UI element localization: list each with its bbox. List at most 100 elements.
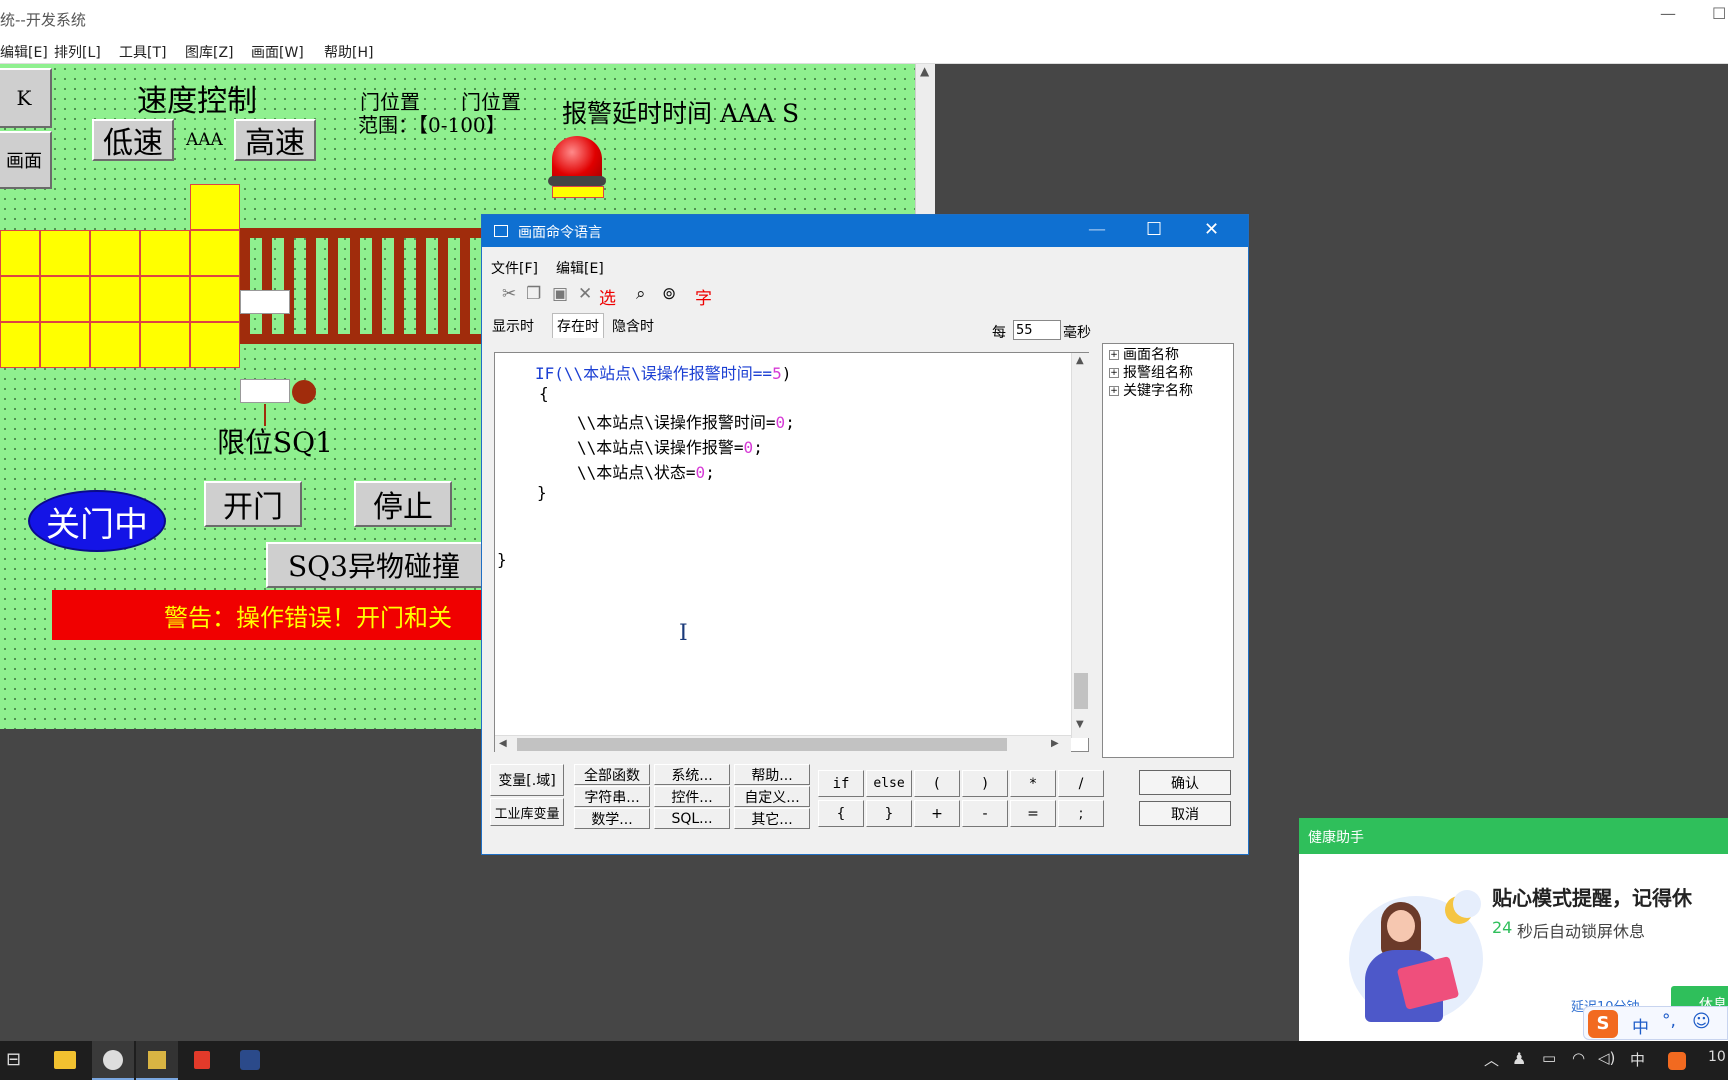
expand-icon[interactable]: +	[1109, 386, 1119, 396]
volume-icon[interactable]: ◁)	[1598, 1049, 1615, 1067]
ime-mode-chinese[interactable]: 中	[1632, 1013, 1649, 1038]
op-plus-button[interactable]: +	[914, 800, 960, 827]
resource-tree[interactable]: + 画面名称 + 报警组名称 + 关键字名称	[1102, 343, 1234, 758]
tree-item-screen-names[interactable]: + 画面名称	[1109, 344, 1179, 364]
left-button-screen[interactable]: 画面	[0, 131, 52, 189]
wall-block	[190, 276, 240, 322]
ime-punctuation-icon[interactable]: °,	[1662, 1011, 1676, 1031]
dialog-minimize-icon[interactable]: —	[1088, 219, 1106, 240]
tab-on-hide[interactable]: 隐含时	[612, 316, 654, 336]
confirm-button[interactable]: 确认	[1139, 770, 1231, 795]
help-functions-button[interactable]: 帮助...	[734, 764, 810, 785]
code-line: \\本站点\误操作报警=0;	[577, 438, 763, 457]
scroll-thumb[interactable]	[1074, 673, 1088, 709]
expand-icon[interactable]: +	[1109, 368, 1119, 378]
op-equals-button[interactable]: =	[1010, 800, 1056, 827]
delete-icon[interactable]: ✕	[578, 284, 592, 304]
op-semicolon-button[interactable]: ;	[1058, 800, 1104, 827]
other-functions-button[interactable]: 其它...	[734, 808, 810, 829]
tab-on-show[interactable]: 显示时	[492, 316, 534, 336]
battery-icon[interactable]: ▭	[1542, 1049, 1556, 1067]
sql-functions-button[interactable]: SQL...	[654, 808, 730, 829]
scroll-up-icon[interactable]: ▲	[920, 64, 929, 78]
code-line: }	[497, 550, 507, 569]
sogou-tray-icon[interactable]	[1668, 1052, 1686, 1070]
left-button-k[interactable]: K	[0, 68, 52, 128]
copy-icon[interactable]: ❐	[526, 284, 541, 304]
system-functions-button[interactable]: 系统...	[654, 764, 730, 785]
dialog-close-icon[interactable]: ✕	[1204, 219, 1219, 240]
expand-icon[interactable]: +	[1109, 350, 1119, 360]
math-functions-button[interactable]: 数学...	[574, 808, 650, 829]
kingview-icon[interactable]	[148, 1051, 166, 1069]
editor-horizontal-scrollbar[interactable]: ◀ ▶	[495, 735, 1071, 753]
minimize-icon[interactable]: —	[1660, 4, 1676, 23]
low-speed-button[interactable]: 低速	[92, 119, 174, 161]
op-open-brace-button[interactable]: {	[818, 800, 864, 827]
qq-tray-icon[interactable]: ♟	[1512, 1049, 1526, 1068]
task-view-icon[interactable]: ⊟	[6, 1049, 21, 1070]
ime-toolbar[interactable]: S 中 °, ☺	[1583, 1006, 1728, 1040]
interval-input[interactable]	[1013, 320, 1061, 340]
menu-tools[interactable]: 工具[T]	[119, 42, 166, 62]
dialog-menu-file[interactable]: 文件[F]	[491, 258, 538, 278]
maximize-icon[interactable]: ☐	[1712, 4, 1726, 23]
open-door-button[interactable]: 开门	[204, 481, 302, 527]
menu-arrange[interactable]: 排列[L]	[54, 42, 101, 62]
op-open-paren-button[interactable]: (	[914, 770, 960, 797]
high-speed-button[interactable]: 高速	[234, 119, 316, 161]
taskbar-app[interactable]	[136, 1041, 178, 1080]
ime-emoji-icon[interactable]: ☺	[1692, 1011, 1711, 1032]
tree-item-keywords[interactable]: + 关键字名称	[1109, 380, 1193, 400]
menu-edit[interactable]: 编辑[E]	[0, 42, 48, 62]
sogou-ime-icon[interactable]: S	[1588, 1010, 1618, 1038]
file-explorer-icon[interactable]	[54, 1051, 76, 1069]
dialog-menu-edit[interactable]: 编辑[E]	[556, 258, 604, 278]
op-multiply-button[interactable]: *	[1010, 770, 1056, 797]
select-all-button[interactable]: 选	[599, 284, 616, 309]
cancel-button[interactable]: 取消	[1139, 801, 1231, 826]
tab-while-exists[interactable]: 存在时	[552, 313, 604, 338]
tray-expand-icon[interactable]: ︿	[1484, 1049, 1499, 1070]
sq3-collision-button[interactable]: SQ3异物碰撞	[266, 542, 496, 588]
variable-field-button[interactable]: 变量[.域]	[490, 764, 564, 796]
op-else-button[interactable]: else	[866, 770, 912, 797]
editor-vertical-scrollbar[interactable]: ▲ ▼	[1071, 353, 1089, 738]
menu-help[interactable]: 帮助[H]	[324, 42, 373, 62]
op-if-button[interactable]: if	[818, 770, 864, 797]
font-button[interactable]: 字	[695, 284, 712, 309]
taskbar-app-active[interactable]	[92, 1041, 134, 1080]
scroll-thumb[interactable]	[517, 738, 1007, 751]
script-editor[interactable]: IF(\\本站点\误操作报警时间==5) { \\本站点\误操作报警时间=0; …	[494, 352, 1089, 753]
custom-functions-button[interactable]: 自定义...	[734, 786, 810, 807]
screen-tool-icon[interactable]	[240, 1050, 260, 1070]
cut-icon[interactable]: ✂	[502, 284, 516, 304]
input-language-indicator[interactable]: 中	[1630, 1049, 1645, 1070]
scroll-down-icon[interactable]: ▼	[1076, 719, 1084, 730]
op-close-paren-button[interactable]: )	[962, 770, 1008, 797]
scroll-right-icon[interactable]: ▶	[1051, 738, 1059, 749]
tree-item-alarm-groups[interactable]: + 报警组名称	[1109, 362, 1193, 382]
document-app-icon[interactable]	[194, 1051, 210, 1069]
dialog-maximize-icon[interactable]: ☐	[1146, 219, 1162, 240]
wall-block	[140, 230, 190, 276]
menu-gallery[interactable]: 图库[Z]	[185, 42, 234, 62]
scroll-left-icon[interactable]: ◀	[499, 738, 507, 749]
stop-button[interactable]: 停止	[354, 481, 452, 527]
op-minus-button[interactable]: -	[962, 800, 1008, 827]
user-app-icon[interactable]	[103, 1050, 123, 1070]
find-icon[interactable]: ⌕	[636, 284, 646, 304]
string-functions-button[interactable]: 字符串...	[574, 786, 650, 807]
control-functions-button[interactable]: 控件...	[654, 786, 730, 807]
clock-time[interactable]: 10	[1708, 1049, 1726, 1065]
industrial-library-variable-button[interactable]: 工业库变量	[490, 798, 564, 826]
op-close-brace-button[interactable]: }	[866, 800, 912, 827]
paste-icon[interactable]: ▣	[552, 284, 568, 304]
replace-icon[interactable]: ⊚	[662, 284, 676, 304]
wifi-icon[interactable]: ◠	[1572, 1049, 1585, 1067]
menu-screen[interactable]: 画面[W]	[251, 42, 304, 62]
countdown-text: 秒后自动锁屏休息	[1517, 922, 1646, 941]
op-divide-button[interactable]: /	[1058, 770, 1104, 797]
all-functions-button[interactable]: 全部函数	[574, 764, 650, 785]
scroll-up-icon[interactable]: ▲	[1076, 355, 1084, 366]
